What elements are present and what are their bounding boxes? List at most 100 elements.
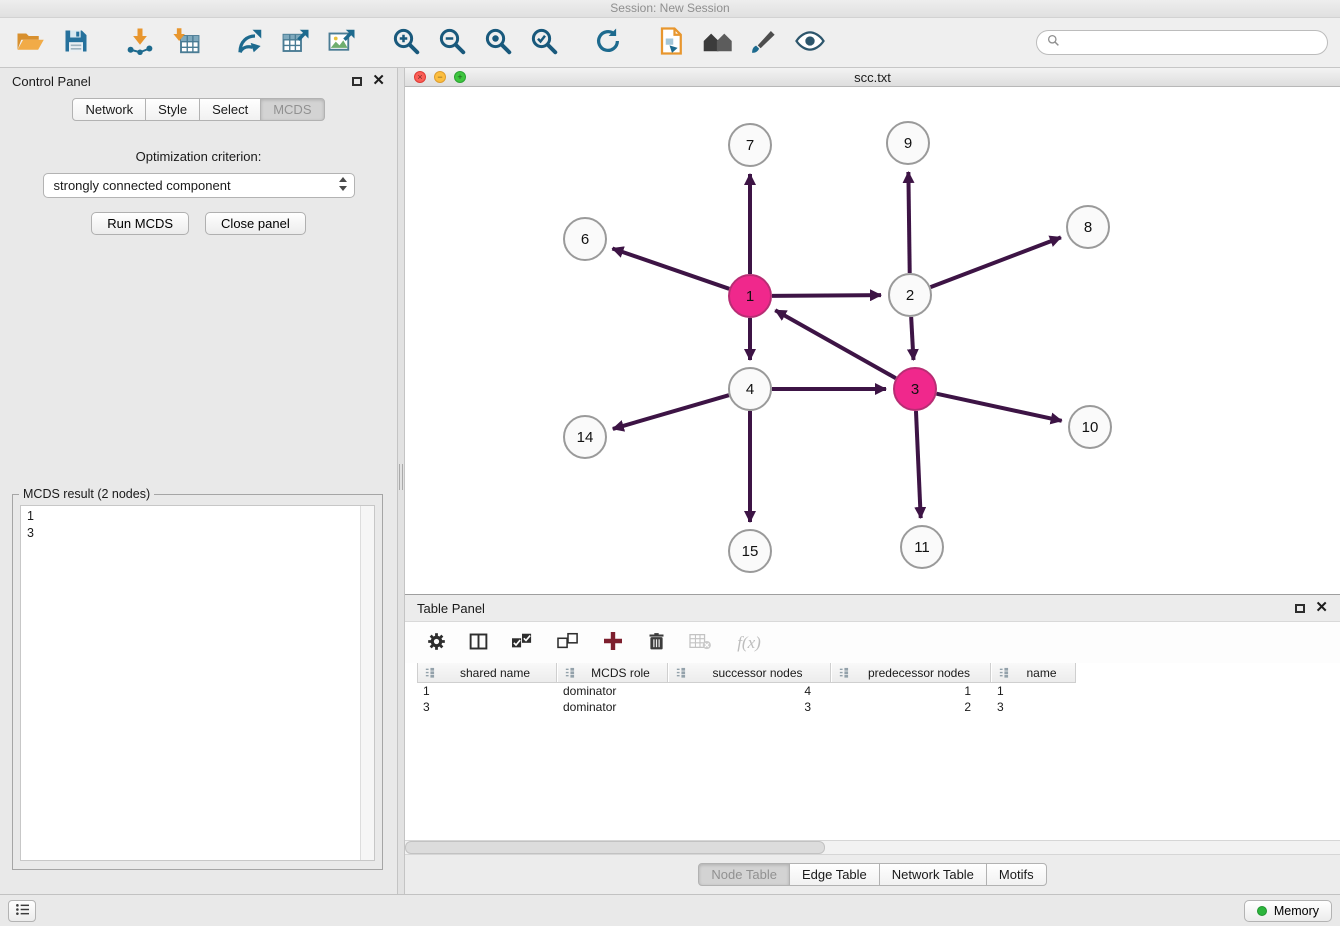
network-document-button[interactable] [654,25,690,61]
import-table-button[interactable] [168,25,204,61]
criterion-select[interactable]: strongly connected component [43,173,355,198]
table-panel-title: Table Panel [417,601,485,616]
create-column-button[interactable] [599,629,627,657]
node-15[interactable]: 15 [729,530,771,572]
edge-2-9[interactable] [908,172,909,273]
table-row[interactable]: 1dominator411 [417,683,1340,699]
control-panel-title: Control Panel [12,74,91,89]
criterion-selected-value: strongly connected component [54,178,231,193]
export-table-button[interactable] [278,25,314,61]
column-header-mcds-role[interactable]: MCDS role [557,663,668,682]
column-header-shared-name[interactable]: shared name [417,663,557,682]
function-builder-button[interactable]: f(x) [731,630,767,656]
tab-style[interactable]: Style [145,98,200,121]
tab-network-table[interactable]: Network Table [879,863,987,886]
table-horizontal-scrollbar[interactable] [405,840,1340,855]
paint-style-button[interactable] [746,25,782,61]
node-11[interactable]: 11 [901,526,943,568]
select-all-columns-button[interactable] [507,630,537,656]
edge-3-10[interactable] [936,394,1061,421]
column-type-icon [838,667,849,678]
close-panel-button[interactable]: Close panel [205,212,306,235]
edge-2-8[interactable] [931,237,1061,287]
cell-predecessor-nodes: 1 [831,683,991,699]
zoom-selected-button[interactable] [526,25,562,61]
tab-node-table[interactable]: Node Table [698,863,790,886]
node-6[interactable]: 6 [564,218,606,260]
edge-4-14[interactable] [613,395,729,429]
show-hide-button[interactable] [792,25,828,61]
zoom-out-button[interactable] [434,25,470,61]
network-window-titlebar[interactable]: scc.txt × − + [405,68,1340,87]
float-panel-icon[interactable] [352,77,362,86]
memory-button[interactable]: Memory [1244,900,1332,922]
table-settings-button[interactable] [423,630,449,656]
close-window-icon[interactable]: × [414,71,426,83]
column-type-icon [564,667,575,678]
float-table-panel-icon[interactable] [1295,604,1305,613]
node-2[interactable]: 2 [889,274,931,316]
minimize-window-icon[interactable]: − [434,71,446,83]
show-columns-button[interactable] [465,630,491,656]
plus-icon [601,629,625,656]
columns-icon [468,631,489,655]
open-session-button[interactable] [12,25,48,61]
result-scrollbar[interactable] [360,506,374,860]
export-network-button[interactable] [232,25,268,61]
svg-text:14: 14 [577,429,594,446]
edge-3-1[interactable] [775,310,896,378]
zoom-in-button[interactable] [388,25,424,61]
node-4[interactable]: 4 [729,368,771,410]
save-session-button[interactable] [58,25,94,61]
tab-select[interactable]: Select [199,98,261,121]
table-row[interactable]: 3dominator323 [417,699,1340,715]
node-9[interactable]: 9 [887,122,929,164]
tab-edge-table[interactable]: Edge Table [789,863,880,886]
column-header-successor-nodes[interactable]: successor nodes [668,663,831,682]
cell-successor-nodes: 4 [668,683,831,699]
panel-splitter[interactable] [397,68,405,894]
column-type-icon [424,667,435,678]
deselect-all-columns-button[interactable] [553,630,583,656]
delete-table-icon [688,631,712,654]
edge-1-2[interactable] [772,295,881,296]
result-line: 1 [27,508,354,525]
table-toolbar: f(x) [405,621,1340,663]
search-box[interactable] [1036,30,1328,55]
export-image-button[interactable] [324,25,360,61]
tab-mcds[interactable]: MCDS [260,98,324,121]
delete-table-button[interactable] [685,630,715,656]
show-panels-button[interactable] [8,900,36,922]
node-8[interactable]: 8 [1067,206,1109,248]
column-header-predecessor-nodes[interactable]: predecessor nodes [831,663,991,682]
edge-1-6[interactable] [612,248,729,288]
refresh-icon [593,26,623,59]
window-titlebar[interactable]: Session: New Session [0,0,1340,18]
run-mcds-button[interactable]: Run MCDS [91,212,189,235]
tab-motifs[interactable]: Motifs [986,863,1047,886]
tab-network[interactable]: Network [72,98,146,121]
table-header-row: shared nameMCDS rolesuccessor nodesprede… [417,663,1076,683]
close-panel-icon[interactable]: ✕ [372,76,385,86]
search-input[interactable] [1066,35,1317,50]
node-14[interactable]: 14 [564,416,606,458]
node-7[interactable]: 7 [729,124,771,166]
import-network-button[interactable] [122,25,158,61]
node-3[interactable]: 3 [894,368,936,410]
svg-text:15: 15 [742,543,759,560]
edge-3-11[interactable] [916,411,921,518]
memory-status-icon [1257,906,1267,916]
close-table-panel-icon[interactable]: ✕ [1315,603,1328,613]
edge-2-3[interactable] [911,317,913,360]
delete-column-button[interactable] [643,630,669,656]
home-button[interactable] [700,25,736,61]
zoom-fit-button[interactable] [480,25,516,61]
network-canvas[interactable]: 7 9 6 8 1 2 4 3 14 10 15 11 [405,87,1340,594]
maximize-window-icon[interactable]: + [454,71,466,83]
scrollbar-thumb[interactable] [405,841,825,854]
node-10[interactable]: 10 [1069,406,1111,448]
column-header-name[interactable]: name [991,663,1076,682]
apply-layout-button[interactable] [590,25,626,61]
node-1[interactable]: 1 [729,275,771,317]
session-group [12,25,94,61]
